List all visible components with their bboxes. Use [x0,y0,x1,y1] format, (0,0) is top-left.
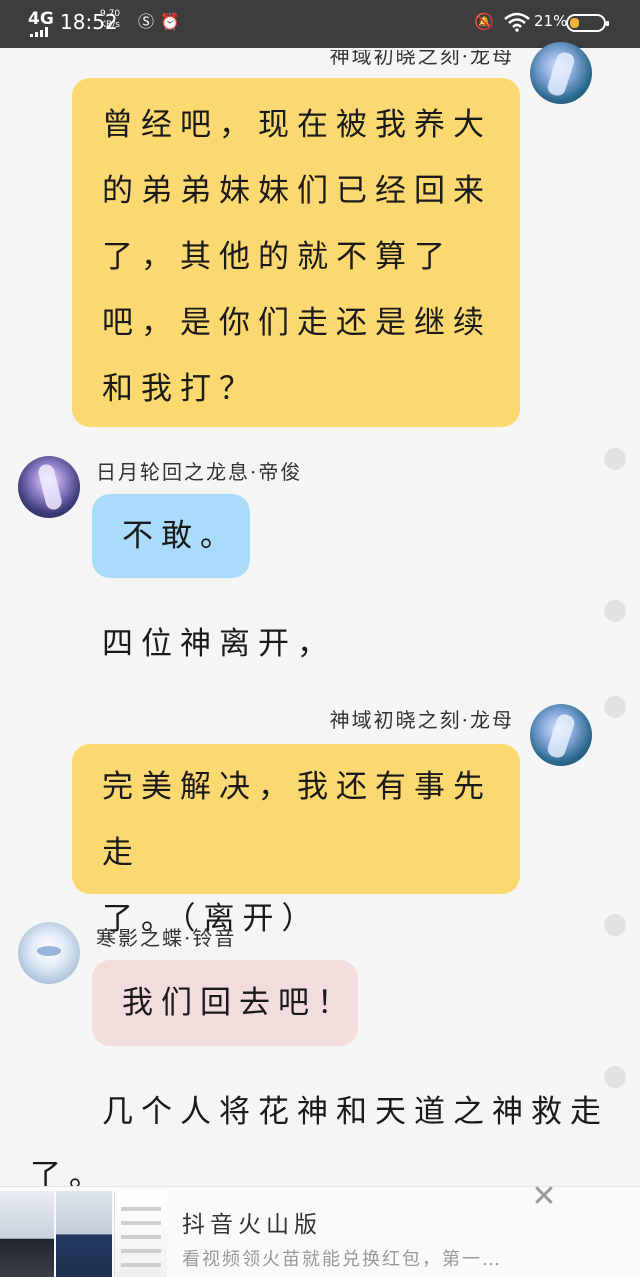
select-radio[interactable] [604,1066,626,1088]
message-bubble[interactable]: 不敢。 [92,494,250,578]
battery-percent: 21% [534,12,568,30]
ad-title[interactable]: 抖音火山版 [182,1205,322,1239]
sender-name: 神域初晓之刻·龙母 [329,708,514,732]
select-radio[interactable] [604,696,626,718]
close-icon[interactable]: ✕ [528,1179,560,1214]
select-radio[interactable] [604,448,626,470]
message-bubble[interactable]: 完美解决，我还有事先走 了。（离开） [72,744,520,937]
message-bubble[interactable]: 曾经吧，现在被我养大 的弟弟妹妹们已经回来 了，其他的就不算了 吧，是你们走还是… [72,78,520,427]
select-radio[interactable] [604,600,626,622]
mute-bell-icon: 🔕 [474,12,494,31]
ad-banner[interactable]: 抖音火山版 看视频领火苗就能兑换红包，第一… ✕ [0,1179,640,1277]
ad-thumbnail[interactable] [0,1191,54,1277]
avatar[interactable] [18,922,80,984]
signal-icon [30,27,52,37]
select-radio[interactable] [604,914,626,936]
network-type: 4G [28,9,54,29]
ad-description[interactable]: 看视频领火苗就能兑换红包，第一… [182,1245,502,1271]
avatar[interactable] [530,42,592,104]
ad-thumbnail[interactable] [114,1191,167,1277]
sender-name: 寒影之蝶·铃音 [96,926,237,950]
message-bubble[interactable]: 我们回去吧！ [92,960,358,1046]
narration-text: 四位神离开， [102,626,336,662]
avatar[interactable] [18,456,80,518]
network-speed: 9.70 KB/s [100,9,121,30]
wifi-icon [504,12,530,32]
alarm-icon: ⏰ [160,12,180,31]
status-bar: 4G 18:52 9.70 KB/s Ⓢ ⏰ 🔕 21% [0,0,640,48]
app-notification-icon: Ⓢ [137,12,154,31]
narration-text: 几个人将花神和天道之神救走 [102,1094,609,1130]
battery-icon [566,14,609,32]
avatar[interactable] [530,704,592,766]
ad-thumbnail[interactable] [56,1191,112,1277]
sender-name: 日月轮回之龙息·帝俊 [96,460,303,484]
